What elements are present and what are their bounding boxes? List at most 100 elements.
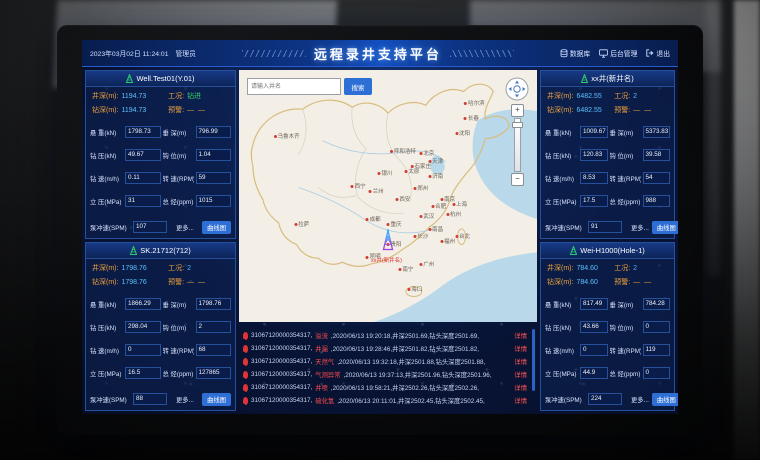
search-button[interactable]: 搜索 (344, 78, 372, 95)
city-dot-icon (413, 235, 416, 238)
map-city-label: 天津 (428, 157, 443, 165)
datetime: 2023年03月02日 11:24:01 (90, 48, 168, 58)
bit-depth-row: 钻深(m):784.60 预警:— — (541, 273, 674, 287)
metric-label: 钻 压(kN) (90, 151, 123, 160)
work-label: 工况: (168, 91, 184, 101)
chart-button[interactable]: 曲线图 (652, 393, 678, 406)
metric-label: 钩 位(m) (163, 151, 194, 160)
dashboard-screen: 2023年03月02日 11:24:01 管理员 远程录井支持平台 数据库后台管… (82, 40, 678, 414)
chart-button[interactable]: 曲线图 (202, 221, 231, 234)
city-dot-icon (455, 132, 458, 135)
metrics-grid: 悬 重(kN)1798.73垂 深(m)796.99钻 压(kN)49.67钩 … (86, 115, 235, 218)
map-canvas[interactable]: 搜索 (239, 70, 537, 322)
alarm-row: 31067120000354317,井喷,2020/06/13 19:58:21… (243, 383, 527, 392)
warning-value: — — (187, 107, 206, 114)
city-dot-icon (446, 213, 449, 216)
alarm-type: 溢流 (315, 331, 328, 340)
more-link[interactable]: 更多... (631, 395, 649, 404)
rig-icon (570, 246, 577, 256)
panel-footer: 泵冲速(SPM) 224 更多... 曲线图 (541, 390, 674, 410)
map-city-label: 呼和浩特 (390, 147, 416, 155)
nav-logout-button[interactable]: 退出 (646, 48, 670, 58)
search-input[interactable] (247, 78, 341, 95)
metric-row: 立 压(MPa)16.5总 烃(ppm)127865 (90, 367, 231, 379)
metric-value: 0 (580, 344, 608, 356)
metric-value: 68 (196, 344, 232, 356)
work-value: 2 (187, 265, 191, 272)
metric-value: 0 (125, 344, 161, 356)
chart-button[interactable]: 曲线图 (652, 221, 678, 234)
metric-row: 钻 速(m/h)8.53转 速(RPM)54 (545, 172, 670, 184)
well-panel: Wei-H1000(Hole-1) 井深(m):784.60 工况:2 钻深(m… (540, 242, 675, 411)
city-dot-icon (386, 223, 389, 226)
map-pan-control[interactable] (505, 77, 529, 101)
alarm-bell-icon (243, 397, 248, 404)
alarm-detail-link[interactable]: 详情 (514, 357, 527, 366)
city-dot-icon (440, 240, 443, 243)
alarm-detail-link[interactable]: 详情 (514, 396, 527, 405)
metric-label: 垂 深(m) (163, 128, 194, 137)
alarm-bell-icon (243, 384, 248, 391)
map-city-label: 广州 (419, 260, 434, 268)
metric-label: 悬 重(kN) (545, 128, 578, 137)
user-role: 管理员 (175, 48, 195, 58)
metric-label: 总 烃(ppm) (163, 197, 194, 206)
alarm-id: 31067120000354317, (251, 332, 312, 339)
metric-value: 988 (643, 195, 671, 207)
alarm-detail-link[interactable]: 详情 (514, 370, 527, 379)
metric-value: 1798.76 (196, 298, 232, 310)
metric-label: 转 速(RPM) (610, 174, 641, 183)
depth-label: 井深(m): (547, 91, 573, 101)
warning-value: — — (633, 107, 652, 114)
more-link[interactable]: 更多... (176, 395, 194, 404)
pump-label: 泵冲速(SPM) (90, 395, 130, 404)
city-dot-icon (351, 185, 354, 188)
nav-console-button[interactable]: 后台管理 (599, 48, 637, 58)
metric-value: 784.28 (643, 298, 671, 310)
metric-label: 立 压(MPa) (545, 369, 578, 378)
well-name: Wei-H1000(Hole-1) (580, 246, 644, 255)
database-icon (560, 49, 568, 58)
metric-value: 0 (643, 321, 671, 333)
alarm-detail-link[interactable]: 详情 (514, 344, 527, 353)
city-dot-icon (452, 203, 455, 206)
more-link[interactable]: 更多... (631, 223, 649, 232)
well-marker-icon[interactable] (381, 229, 395, 256)
map-city-label: 台北 (455, 232, 470, 240)
zoom-knob[interactable] (512, 122, 523, 128)
depth-value: 6482.55 (576, 93, 601, 100)
work-label: 工况: (168, 263, 184, 273)
depth-value: 1194.73 (121, 93, 146, 100)
alarm-row: 31067120000354317,硫化氢,2020/06/13 20:11:0… (243, 396, 527, 405)
city-dot-icon (464, 117, 467, 120)
zoom-in-button[interactable]: + (511, 104, 524, 117)
chart-button[interactable]: 曲线图 (202, 393, 231, 406)
metric-label: 钻 速(m/h) (90, 174, 123, 183)
metric-value: 796.99 (196, 126, 232, 138)
alarm-scrollbar[interactable] (532, 329, 535, 391)
alarm-detail-link[interactable]: 详情 (514, 383, 527, 392)
panel-footer: 泵冲速(SPM) 91 更多... 曲线图 (541, 218, 674, 238)
metric-value: 31 (125, 195, 161, 207)
map-city-label: 济南 (428, 172, 443, 180)
alarm-type: 硫化氢 (315, 396, 334, 405)
bit-depth-label: 钻深(m): (547, 277, 573, 287)
map-city-label: 西宁 (351, 182, 366, 190)
alarm-detail-link[interactable]: 详情 (514, 331, 527, 340)
metric-label: 总 烃(ppm) (610, 197, 641, 206)
alarm-type: 天然气 (315, 357, 334, 366)
nav-database-button[interactable]: 数据库 (560, 48, 590, 58)
bit-depth-value: 784.60 (576, 279, 597, 286)
work-label: 工况: (614, 263, 630, 273)
zoom-out-button[interactable]: − (511, 173, 524, 186)
bit-depth-row: 钻深(m):1798.76 预警:— — (86, 273, 235, 287)
metric-row: 钻 压(kN)298.04钩 位(m)2 (90, 321, 231, 333)
metric-label: 立 压(MPa) (90, 369, 123, 378)
metric-value: 8.53 (580, 172, 608, 184)
map-city-label: 南昌 (428, 225, 443, 233)
more-link[interactable]: 更多... (176, 223, 194, 232)
metric-label: 钻 压(kN) (545, 151, 578, 160)
alarm-detail-text: ,2020/06/13 19:28:46,井深2501.82,钻头深度2501.… (331, 344, 479, 353)
compass-icon (505, 77, 529, 101)
zoom-track[interactable] (514, 118, 521, 172)
